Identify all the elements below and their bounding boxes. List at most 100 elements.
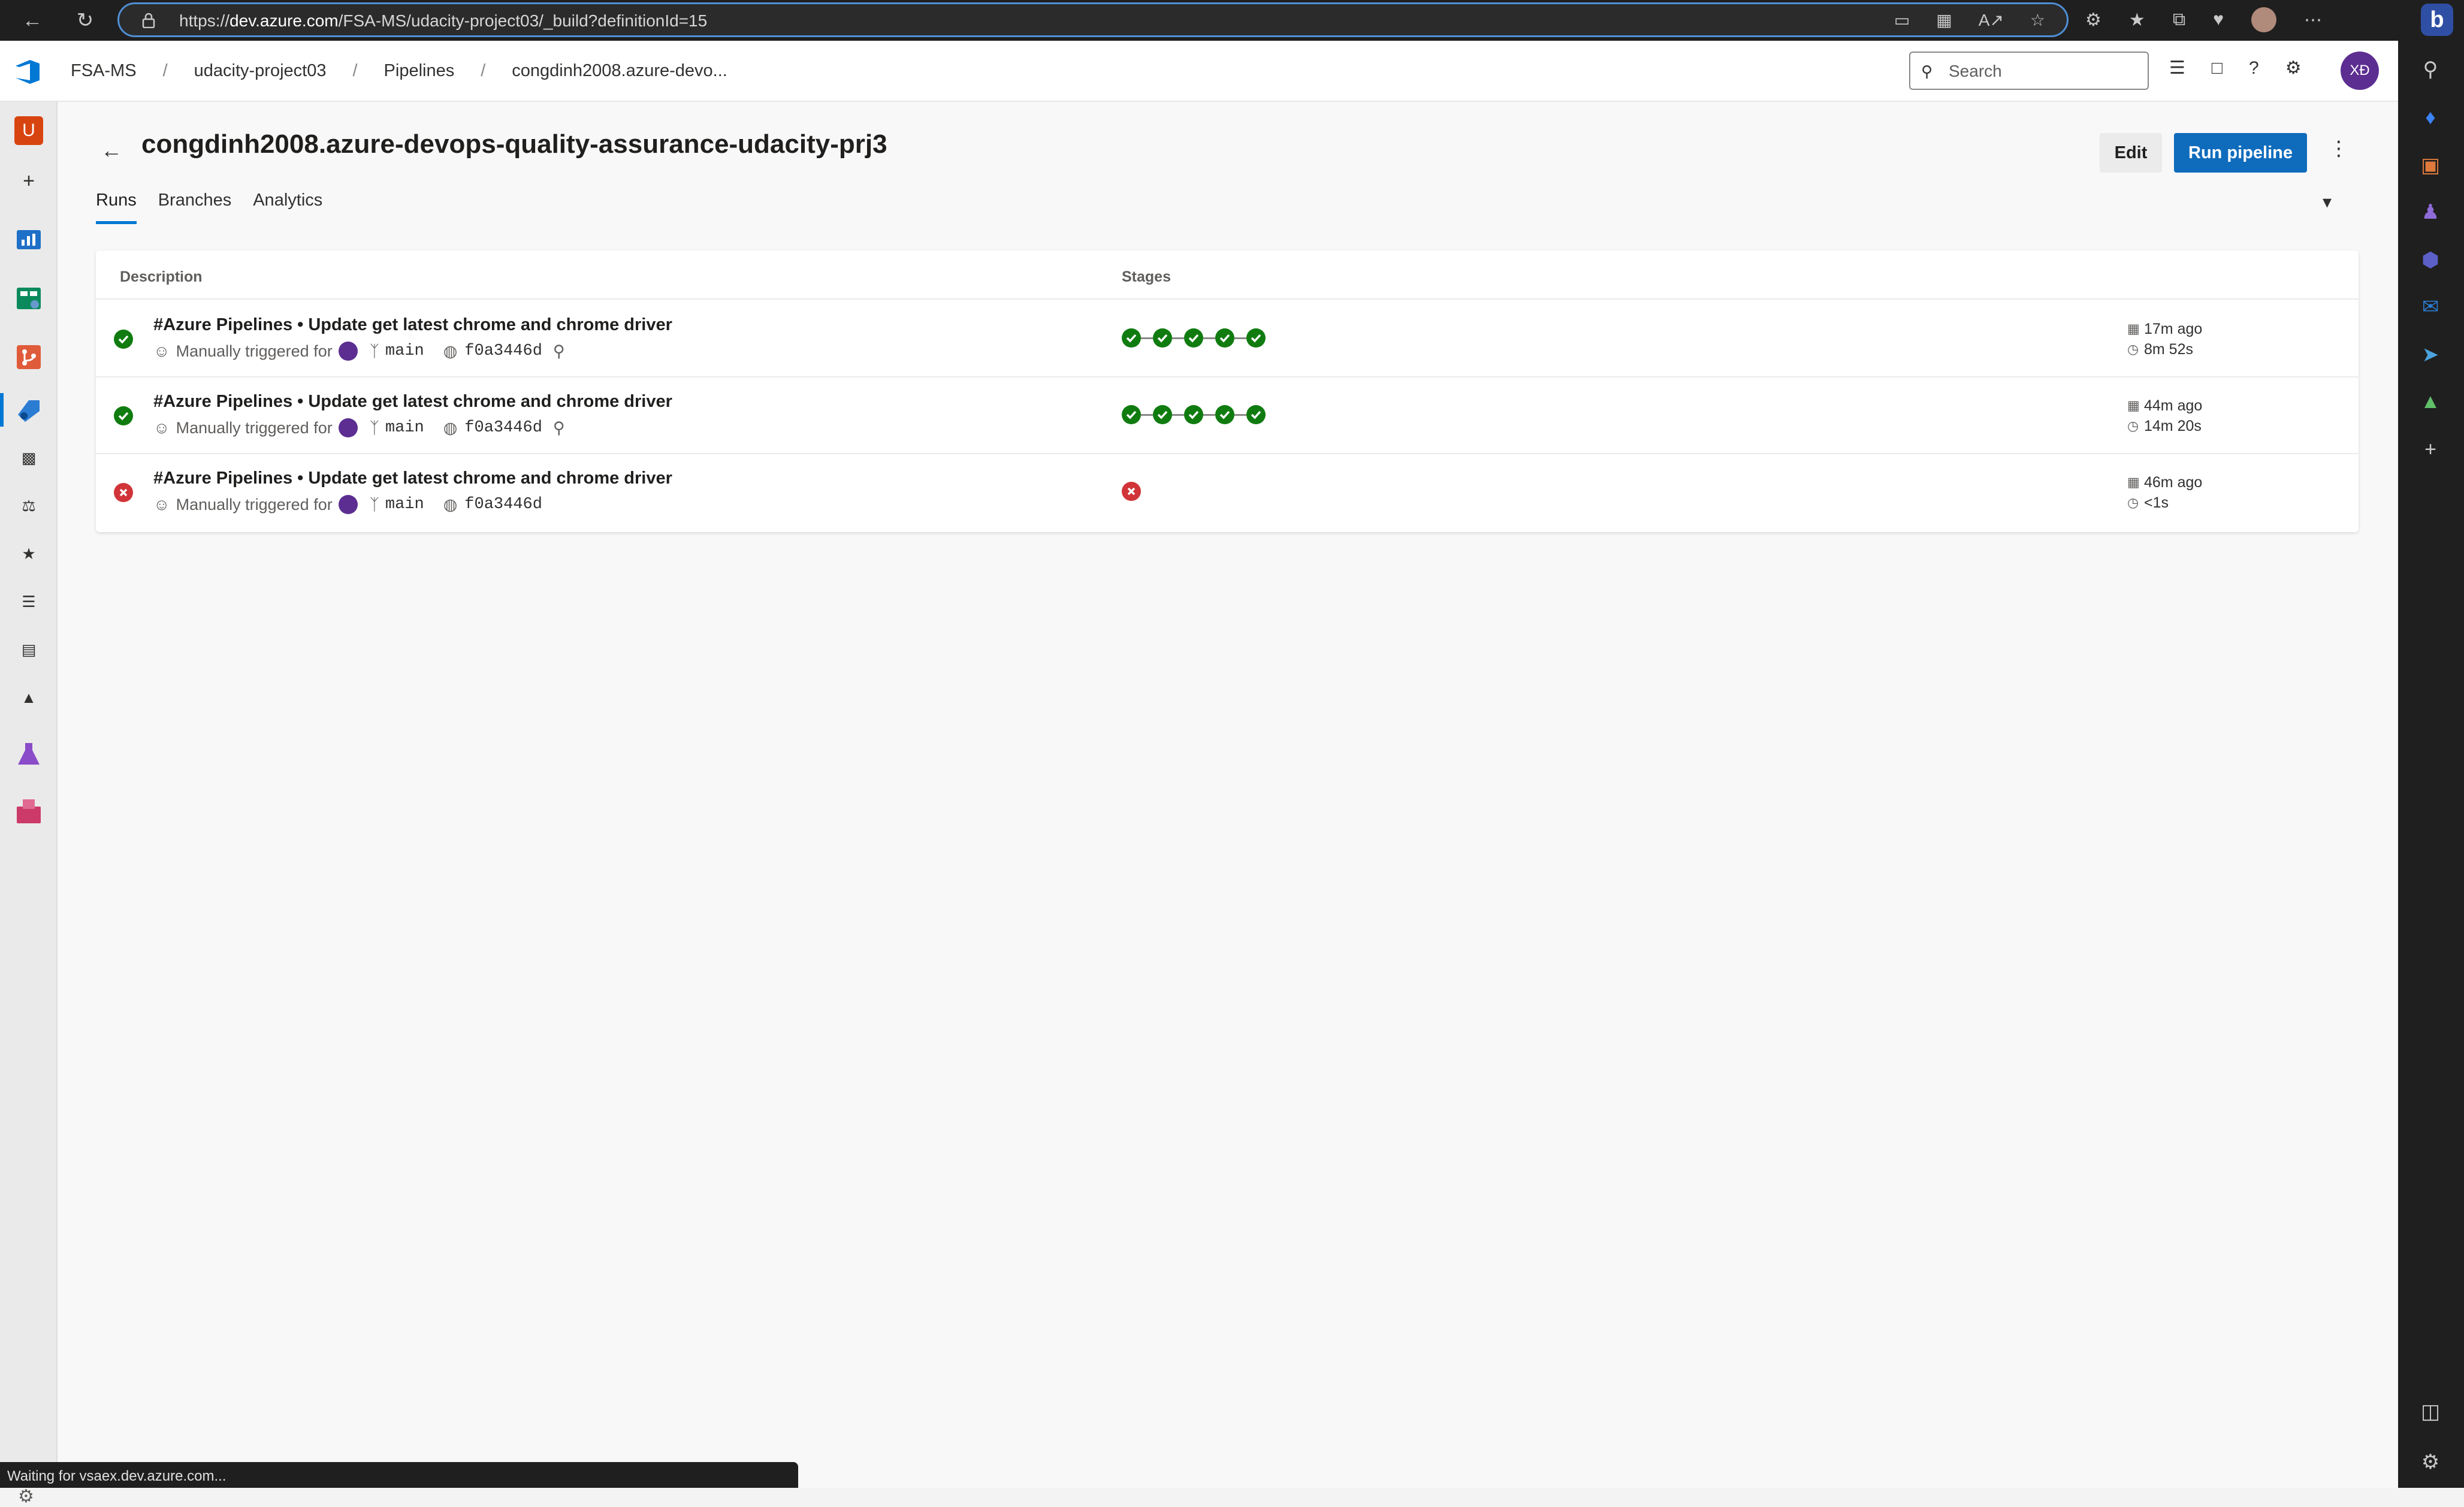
stage-success-icon[interactable] xyxy=(1184,405,1203,424)
clock-icon: ◷ xyxy=(2127,342,2139,357)
breadcrumb-org[interactable]: FSA-MS xyxy=(71,61,137,81)
branch-name: main xyxy=(385,496,424,514)
project-badge[interactable]: U xyxy=(14,116,43,145)
collections-icon[interactable]: ⧉ xyxy=(2173,10,2185,30)
trigger-text: Manually triggered for xyxy=(176,495,333,514)
extensions-icon[interactable]: ⚙ xyxy=(2085,10,2101,31)
sidebar-search-icon[interactable]: ⚲ xyxy=(2417,56,2444,83)
sidebar-m365-icon[interactable]: ⬢ xyxy=(2417,247,2444,273)
new-item-icon[interactable]: + xyxy=(13,165,44,197)
boards-icon[interactable] xyxy=(13,283,44,314)
stage-success-icon[interactable] xyxy=(1215,328,1234,348)
main-content: ← congdinh2008.azure-devops-quality-assu… xyxy=(58,102,2398,1488)
tab-branches[interactable]: Branches xyxy=(158,191,232,224)
read-aloud-icon[interactable]: A↗ xyxy=(1979,10,2004,30)
user-avatar[interactable]: XĐ xyxy=(2341,52,2379,90)
deployment-groups-icon[interactable]: ▲ xyxy=(13,682,44,713)
tab-analytics[interactable]: Analytics xyxy=(253,191,322,224)
stage-success-icon[interactable] xyxy=(1246,405,1266,424)
run-age: 44m ago xyxy=(2144,397,2203,414)
run-timing: ▦ 44m ago ◷ 14m 20s xyxy=(2127,395,2202,436)
branch-name: main xyxy=(385,342,424,360)
stage-success-icon[interactable] xyxy=(1122,328,1141,348)
overview-icon[interactable] xyxy=(13,224,44,255)
task-groups-icon[interactable]: ▤ xyxy=(13,634,44,665)
sidebar-drop-icon[interactable]: ➤ xyxy=(2417,342,2444,368)
breadcrumb-pipeline[interactable]: congdinh2008.azure-devo... xyxy=(512,61,727,81)
run-title[interactable]: #Azure Pipelines • Update get latest chr… xyxy=(153,392,672,412)
run-title[interactable]: #Azure Pipelines • Update get latest chr… xyxy=(153,315,672,335)
apps-icon[interactable]: ▦ xyxy=(1936,10,1952,30)
stage-success-icon[interactable] xyxy=(1184,328,1203,348)
pin-icon[interactable]: ⚲ xyxy=(553,342,565,361)
releases-icon[interactable]: ★ xyxy=(13,538,44,569)
help-icon[interactable]: ? xyxy=(2249,58,2259,78)
branch-icon: ᛉ xyxy=(369,495,379,514)
edit-button[interactable]: Edit xyxy=(2100,133,2162,173)
commit-id[interactable]: f0a3446d xyxy=(464,342,542,360)
more-actions-icon[interactable]: ⋮ xyxy=(2329,137,2349,161)
search-input[interactable] xyxy=(1949,61,2140,81)
commit-icon: ◍ xyxy=(443,495,458,514)
cast-icon[interactable]: ▭ xyxy=(1894,10,1910,30)
project-settings-icon[interactable]: ⚙ xyxy=(18,1486,34,1507)
sidebar-tree-icon[interactable]: ▲ xyxy=(2417,388,2444,415)
run-pipeline-button[interactable]: Run pipeline xyxy=(2174,133,2307,173)
commit-icon: ◍ xyxy=(443,418,458,437)
back-arrow-icon[interactable]: ← xyxy=(101,138,122,163)
pin-icon[interactable]: ⚲ xyxy=(553,419,565,437)
person-icon: ☺ xyxy=(153,418,170,437)
sidebar-shopping-icon[interactable]: ♦ xyxy=(2417,104,2444,131)
sidebar-add-icon[interactable]: + xyxy=(2417,436,2444,463)
favorites-icon[interactable]: ★ xyxy=(2129,10,2145,31)
environments-icon[interactable]: ⚖ xyxy=(13,490,44,521)
breadcrumb: FSA-MS / udacity-project03 / Pipelines /… xyxy=(71,61,727,81)
user-settings-icon[interactable]: ⚙ xyxy=(2285,58,2302,78)
bing-copilot-icon[interactable]: b xyxy=(2421,4,2453,36)
browser-essentials-icon[interactable]: ♥ xyxy=(2213,10,2224,30)
address-bar[interactable]: https://dev.azure.com/FSA-MS/udacity-pro… xyxy=(117,2,2069,37)
test-plans-icon[interactable] xyxy=(13,738,44,769)
pipelines-sub-pipelines-icon[interactable]: ▩ xyxy=(13,442,44,473)
work-items-list-icon[interactable]: ☰ xyxy=(2169,58,2185,78)
calendar-icon: ▦ xyxy=(2127,321,2140,336)
breadcrumb-project[interactable]: udacity-project03 xyxy=(194,61,327,81)
repos-icon[interactable] xyxy=(13,342,44,373)
pipelines-icon[interactable] xyxy=(13,394,44,425)
stage-success-icon[interactable] xyxy=(1246,328,1266,348)
table-row[interactable]: #Azure Pipelines • Update get latest chr… xyxy=(96,301,2359,377)
stage-success-icon[interactable] xyxy=(1153,405,1172,424)
stage-success-icon[interactable] xyxy=(1122,405,1141,424)
library-icon[interactable]: ☰ xyxy=(13,586,44,617)
reload-icon[interactable]: ↻ xyxy=(71,6,99,35)
stage-connector xyxy=(1172,337,1184,339)
commit-id[interactable]: f0a3446d xyxy=(464,419,542,437)
sidebar-outlook-icon[interactable]: ✉ xyxy=(2417,294,2444,320)
back-icon[interactable]: ← xyxy=(18,6,47,35)
filter-icon[interactable]: ▾ xyxy=(2323,192,2332,213)
breadcrumb-pipelines[interactable]: Pipelines xyxy=(384,61,455,81)
run-title[interactable]: #Azure Pipelines • Update get latest chr… xyxy=(153,469,672,488)
success-status-icon xyxy=(114,330,133,349)
commit-id[interactable]: f0a3446d xyxy=(464,496,542,514)
stage-connector xyxy=(1203,337,1215,339)
favorite-star-icon[interactable]: ☆ xyxy=(2030,10,2045,30)
stage-success-icon[interactable] xyxy=(1215,405,1234,424)
project-nav: U + ▩ ⚖ ★ ☰ ▤ ▲ ⚙ xyxy=(0,102,58,1506)
artifacts-icon[interactable] xyxy=(13,796,44,827)
profile-picture[interactable] xyxy=(2251,7,2277,32)
sidebar-layout-icon[interactable]: ◫ xyxy=(2417,1399,2444,1425)
sidebar-settings-icon[interactable]: ⚙ xyxy=(2417,1449,2444,1475)
more-menu-icon[interactable]: ⋯ xyxy=(2304,10,2322,31)
table-row[interactable]: #Azure Pipelines • Update get latest chr… xyxy=(96,377,2359,454)
branch-icon: ᛉ xyxy=(369,342,379,360)
table-row[interactable]: #Azure Pipelines • Update get latest chr… xyxy=(96,454,2359,531)
tab-runs[interactable]: Runs xyxy=(96,191,137,224)
sidebar-tools-icon[interactable]: ▣ xyxy=(2417,152,2444,179)
stage-failed-icon[interactable] xyxy=(1122,482,1141,501)
stage-success-icon[interactable] xyxy=(1153,328,1172,348)
azure-devops-logo-icon[interactable] xyxy=(13,59,43,85)
run-timing: ▦ 17m ago ◷ 8m 52s xyxy=(2127,319,2202,360)
marketplace-bag-icon[interactable]: □ xyxy=(2212,58,2223,78)
sidebar-games-icon[interactable]: ♟ xyxy=(2417,199,2444,225)
